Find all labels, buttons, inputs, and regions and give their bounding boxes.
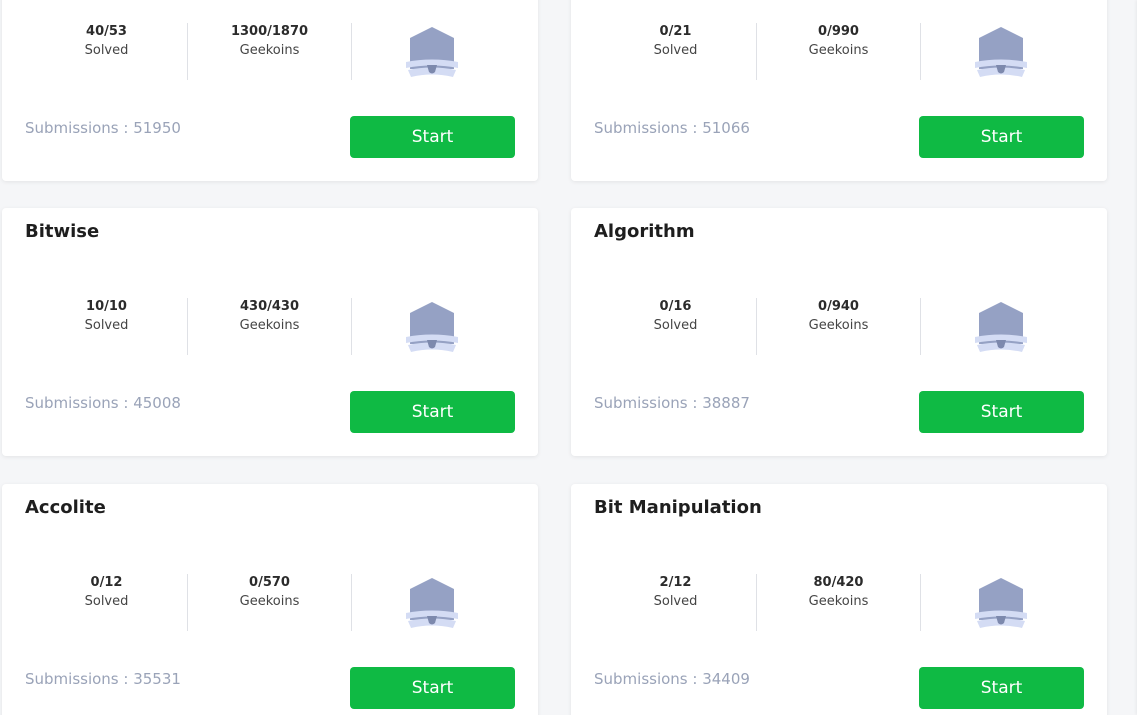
solved-stat: 0/21 Solved (594, 23, 757, 61)
start-button[interactable]: Start (919, 667, 1084, 709)
start-button[interactable]: Start (350, 391, 515, 433)
geekoins-stat: 0/940 Geekoins (757, 298, 920, 336)
solved-stat: 0/12 Solved (25, 574, 188, 612)
geekoins-count: 80/420 (813, 575, 864, 590)
topic-card: 40/53 Solved 1300/1870 Geekoins Submissi… (2, 0, 538, 181)
divider (920, 298, 921, 355)
submissions-count: Submissions : 35531 (25, 670, 181, 688)
divider (920, 574, 921, 631)
divider (920, 23, 921, 80)
start-button[interactable]: Start (350, 116, 515, 158)
submissions-count: Submissions : 51066 (594, 119, 750, 137)
topic-card-grid: 40/53 Solved 1300/1870 Geekoins Submissi… (0, 0, 1141, 715)
geekoins-label: Geekoins (808, 594, 869, 609)
badge-icon (975, 302, 1027, 352)
geekoins-count: 0/570 (249, 575, 290, 590)
solved-count: 0/12 (90, 575, 123, 590)
solved-label: Solved (653, 594, 698, 609)
submissions-count: Submissions : 51950 (25, 119, 181, 137)
submissions-count: Submissions : 34409 (594, 670, 750, 688)
topic-card: 0/21 Solved 0/990 Geekoins Submissions :… (571, 0, 1107, 181)
geekoins-stat: 430/430 Geekoins (188, 298, 351, 336)
card-title: Bitwise (25, 221, 100, 242)
start-button[interactable]: Start (919, 391, 1084, 433)
badge-icon (406, 578, 458, 628)
solved-count: 0/21 (659, 24, 692, 39)
geekoins-count: 1300/1870 (230, 24, 309, 39)
geekoins-stat: 80/420 Geekoins (757, 574, 920, 612)
geekoins-label: Geekoins (808, 318, 869, 333)
geekoins-count: 430/430 (239, 299, 300, 314)
topic-card: Accolite 0/12 Solved 0/570 Geekoins Subm… (2, 484, 538, 715)
geekoins-label: Geekoins (239, 318, 300, 333)
card-title: Accolite (25, 497, 106, 518)
badge-icon (975, 27, 1027, 77)
card-title: Algorithm (594, 221, 695, 242)
solved-stat: 40/53 Solved (25, 23, 188, 61)
badge-icon (406, 27, 458, 77)
geekoins-stat: 0/990 Geekoins (757, 23, 920, 61)
geekoins-count: 0/940 (818, 299, 859, 314)
geekoins-label: Geekoins (808, 43, 869, 58)
badge-icon (975, 578, 1027, 628)
solved-label: Solved (84, 318, 129, 333)
solved-label: Solved (84, 43, 129, 58)
card-title: Bit Manipulation (594, 497, 762, 518)
geekoins-stat: 1300/1870 Geekoins (188, 23, 351, 61)
solved-stat: 10/10 Solved (25, 298, 188, 336)
topic-card: Algorithm 0/16 Solved 0/940 Geekoins Sub… (571, 208, 1107, 456)
start-button[interactable]: Start (350, 667, 515, 709)
badge-icon (406, 302, 458, 352)
solved-count: 2/12 (659, 575, 692, 590)
topic-card: Bit Manipulation 2/12 Solved 80/420 Geek… (571, 484, 1107, 715)
solved-count: 10/10 (86, 299, 127, 314)
divider (351, 23, 352, 80)
submissions-count: Submissions : 38887 (594, 394, 750, 412)
solved-count: 0/16 (659, 299, 692, 314)
topic-card: Bitwise 10/10 Solved 430/430 Geekoins Su… (2, 208, 538, 456)
start-button[interactable]: Start (919, 116, 1084, 158)
submissions-count: Submissions : 45008 (25, 394, 181, 412)
divider (351, 574, 352, 631)
solved-count: 40/53 (86, 24, 127, 39)
solved-label: Solved (653, 43, 698, 58)
solved-stat: 0/16 Solved (594, 298, 757, 336)
divider (351, 298, 352, 355)
solved-label: Solved (84, 594, 129, 609)
geekoins-stat: 0/570 Geekoins (188, 574, 351, 612)
solved-label: Solved (653, 318, 698, 333)
geekoins-count: 0/990 (818, 24, 859, 39)
adjacent-card-edge (1137, 0, 1141, 715)
geekoins-label: Geekoins (239, 594, 300, 609)
solved-stat: 2/12 Solved (594, 574, 757, 612)
geekoins-label: Geekoins (239, 43, 300, 58)
